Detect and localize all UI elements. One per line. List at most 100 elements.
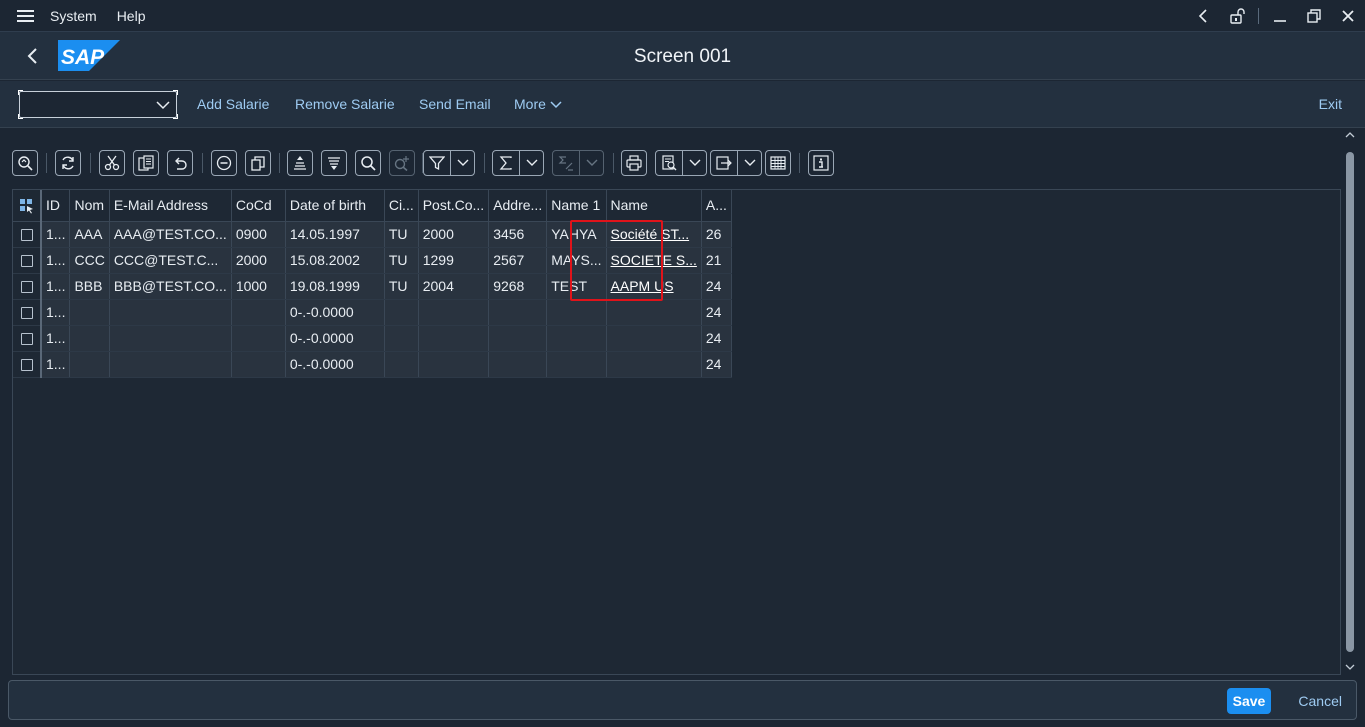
column-header[interactable]: Addre... (488, 190, 548, 222)
row-selector[interactable] (13, 325, 42, 352)
shell-header: SAP Screen 001 (0, 32, 1365, 80)
table-cell: TU (384, 247, 419, 274)
sum-dropdown[interactable] (520, 151, 544, 175)
add-salarie-button[interactable]: Add Salarie (197, 96, 269, 112)
sort-descending-button[interactable] (321, 150, 347, 176)
scrollbar-thumb[interactable] (1346, 152, 1354, 652)
find-button[interactable] (355, 150, 381, 176)
cancel-button[interactable]: Cancel (1298, 693, 1342, 709)
column-header[interactable]: A... (701, 190, 732, 222)
column-header[interactable]: E-Mail Address (109, 190, 232, 222)
chevron-down-icon[interactable] (156, 98, 170, 112)
table-cell: 1000 (231, 273, 286, 300)
column-header[interactable]: Nom (69, 190, 110, 222)
save-button[interactable]: Save (1227, 688, 1271, 714)
sum-part[interactable] (493, 151, 519, 175)
command-field[interactable] (18, 90, 178, 119)
table-cell: 1299 (418, 247, 490, 274)
minus-circle-icon (216, 155, 232, 171)
cut-button[interactable] (99, 150, 125, 176)
name-link[interactable]: Société ST... (611, 226, 690, 242)
row-selector[interactable] (13, 299, 42, 326)
send-email-button[interactable]: Send Email (419, 96, 491, 112)
separator (46, 153, 47, 173)
column-header[interactable]: Name 1 (546, 190, 607, 222)
table-row[interactable]: 1... BBB BBB@TEST.CO... 1000 19.08.1999 TU 200… (13, 273, 732, 300)
column-header[interactable]: Ci... (384, 190, 419, 222)
copy-row-button[interactable] (245, 150, 271, 176)
table-cell (69, 325, 110, 352)
minimize-icon[interactable] (1263, 0, 1297, 32)
collapse-chevron-icon[interactable] (1186, 0, 1220, 32)
print-button[interactable] (621, 150, 647, 176)
separator (484, 153, 485, 173)
row-checkbox[interactable] (20, 255, 33, 268)
column-header[interactable]: Name (606, 190, 702, 222)
column-header[interactable]: Post.Co... (418, 190, 490, 222)
sum-menu-button[interactable] (492, 150, 544, 176)
row-checkbox[interactable] (20, 307, 33, 320)
row-checkbox[interactable] (20, 333, 33, 346)
row-selector[interactable] (13, 221, 42, 248)
views-menu-button[interactable] (655, 150, 707, 176)
sort-ascending-button[interactable] (287, 150, 313, 176)
row-checkbox[interactable] (20, 229, 33, 242)
select-all-button[interactable] (13, 190, 42, 222)
filter-dropdown[interactable] (451, 151, 475, 175)
copy-text-button[interactable] (133, 150, 159, 176)
row-checkbox[interactable] (20, 359, 33, 372)
table-row[interactable]: 1... AAA AAA@TEST.CO... 0900 14.05.1997 TU 200… (13, 221, 732, 248)
subtotal-menu-button[interactable] (552, 150, 604, 176)
table-cell (231, 351, 286, 378)
find-next-button[interactable] (389, 150, 415, 176)
subtotal-dropdown[interactable] (580, 151, 604, 175)
export-menu-button[interactable] (710, 150, 762, 176)
exit-button[interactable]: Exit (1319, 96, 1342, 112)
application-toolbar: Add Salarie Remove Salarie Send Email Mo… (0, 81, 1365, 128)
name-link[interactable]: SOCIETE S... (611, 252, 697, 268)
filter-part[interactable] (424, 151, 450, 175)
table-cell: 0-.-0.0000 (285, 299, 385, 326)
restore-icon[interactable] (1297, 0, 1331, 32)
scroll-up-icon[interactable] (1345, 130, 1355, 140)
more-button[interactable]: More (514, 96, 562, 112)
table-row[interactable]: 1... 0-.-0.0000 24 (13, 325, 732, 352)
info-button[interactable] (808, 150, 834, 176)
remove-salarie-button[interactable]: Remove Salarie (295, 96, 395, 112)
views-part[interactable] (656, 151, 682, 175)
scroll-down-icon[interactable] (1345, 662, 1355, 672)
vertical-scrollbar[interactable] (1343, 128, 1357, 675)
row-selector[interactable] (13, 273, 42, 300)
subtotal-part[interactable] (553, 151, 579, 175)
export-part[interactable] (711, 151, 737, 175)
table-cell: TU (384, 221, 419, 248)
table-row[interactable]: 1... 0-.-0.0000 24 (13, 299, 732, 326)
table-cell (418, 325, 490, 352)
delete-row-button[interactable] (211, 150, 237, 176)
details-button[interactable] (12, 150, 38, 176)
row-checkbox[interactable] (20, 281, 33, 294)
window-controls (1186, 0, 1365, 32)
row-selector[interactable] (13, 247, 42, 274)
hamburger-menu-icon[interactable] (0, 0, 50, 32)
column-header[interactable]: Date of birth (285, 190, 385, 222)
table-cell (546, 325, 607, 352)
unlock-icon[interactable] (1220, 0, 1254, 32)
views-dropdown[interactable] (683, 151, 707, 175)
row-selector[interactable] (13, 351, 42, 378)
undo-button[interactable] (167, 150, 193, 176)
close-icon[interactable] (1331, 0, 1365, 32)
table-row[interactable]: 1... 0-.-0.0000 24 (13, 351, 732, 378)
export-dropdown[interactable] (738, 151, 762, 175)
column-header[interactable]: ID (41, 190, 71, 222)
table-cell: 1... (41, 247, 71, 274)
name-link[interactable]: AAPM US (611, 278, 674, 294)
menu-help[interactable]: Help (117, 8, 146, 24)
table-row[interactable]: 1... CCC CCC@TEST.C... 2000 15.08.2002 TU 1299… (13, 247, 732, 274)
refresh-button[interactable] (55, 150, 81, 176)
filter-menu-button[interactable] (423, 150, 475, 176)
menu-system[interactable]: System (50, 8, 97, 24)
table-cell (69, 351, 110, 378)
column-header[interactable]: CoCd (231, 190, 286, 222)
layout-button[interactable] (765, 150, 791, 176)
